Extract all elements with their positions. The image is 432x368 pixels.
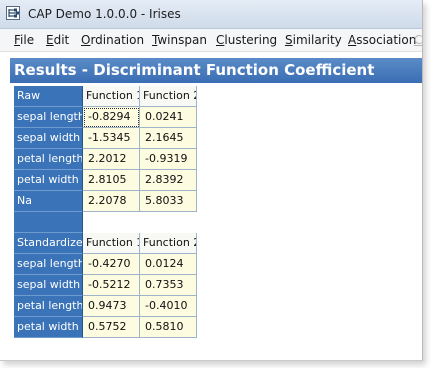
menu-edit[interactable]: Edit xyxy=(46,33,69,47)
app-tree-icon xyxy=(6,6,20,20)
results-title-bar: Results - Discriminant Function Coeffici… xyxy=(10,58,422,83)
app-window: CAP Demo 1.0.0.0 - Irises File Edit Ordi… xyxy=(0,0,423,361)
blank-cell xyxy=(140,212,197,233)
window-title: CAP Demo 1.0.0.0 - Irises xyxy=(28,7,181,21)
value-cell[interactable]: 5.8033 xyxy=(140,191,197,212)
row-header-cell[interactable]: sepal width xyxy=(14,128,83,149)
value-cell[interactable]: -1.5345 xyxy=(83,128,140,149)
menu-clustering[interactable]: Clustering xyxy=(216,33,277,47)
standardized-col-function-2[interactable]: Function 2 xyxy=(140,233,197,254)
raw-col-function-1[interactable]: Function 1 xyxy=(83,86,140,107)
value-cell[interactable]: 2.2078 xyxy=(83,191,140,212)
title-bar[interactable]: CAP Demo 1.0.0.0 - Irises xyxy=(0,0,422,29)
row-header-cell[interactable]: petal width xyxy=(14,317,83,338)
value-cell[interactable]: 0.0124 xyxy=(140,254,197,275)
menu-ordination[interactable]: Ordination xyxy=(81,33,144,47)
value-cell[interactable]: -0.4270 xyxy=(83,254,140,275)
value-cell[interactable]: 2.8105 xyxy=(83,170,140,191)
row-header-cell[interactable]: sepal length xyxy=(14,107,83,128)
value-cell[interactable]: 2.2012 xyxy=(83,149,140,170)
value-cell[interactable]: -0.4010 xyxy=(140,296,197,317)
value-cell[interactable]: 0.7353 xyxy=(140,275,197,296)
row-header-cell[interactable]: petal width xyxy=(14,170,83,191)
value-cell[interactable]: 0.9473 xyxy=(83,296,140,317)
menu-twinspan[interactable]: Twinspan xyxy=(152,33,207,47)
row-header-cell[interactable]: petal length xyxy=(14,296,83,317)
menu-similarity[interactable]: Similarity xyxy=(285,33,342,47)
value-cell-selected[interactable]: -0.8294 xyxy=(83,107,140,128)
standardized-col-function-1[interactable]: Function 1 xyxy=(83,233,140,254)
row-header-cell[interactable]: petal length xyxy=(14,149,83,170)
menu-file[interactable]: File xyxy=(14,33,34,47)
value-cell[interactable]: 0.5752 xyxy=(83,317,140,338)
value-cell[interactable]: 2.8392 xyxy=(140,170,197,191)
menu-bar: File Edit Ordination Twinspan Clustering… xyxy=(0,29,422,52)
raw-col-function-2[interactable]: Function 2 xyxy=(140,86,197,107)
row-header-cell[interactable]: sepal width xyxy=(14,275,83,296)
value-cell[interactable]: 0.0241 xyxy=(140,107,197,128)
menu-overflow-item[interactable]: C xyxy=(414,33,422,47)
blank-row-header-cell[interactable] xyxy=(14,212,83,233)
menu-association[interactable]: Association xyxy=(348,33,416,47)
blank-cell xyxy=(83,212,140,233)
value-cell[interactable]: -0.5212 xyxy=(83,275,140,296)
results-title: Results - Discriminant Function Coeffici… xyxy=(14,61,375,79)
value-cell[interactable]: -0.9319 xyxy=(140,149,197,170)
row-header-cell[interactable]: Na xyxy=(14,191,83,212)
value-cell[interactable]: 0.5810 xyxy=(140,317,197,338)
row-header-cell[interactable]: sepal length xyxy=(14,254,83,275)
value-cell[interactable]: 2.1645 xyxy=(140,128,197,149)
raw-label-cell[interactable]: Raw xyxy=(14,86,83,107)
standardized-label-cell[interactable]: Standardized xyxy=(14,233,83,254)
